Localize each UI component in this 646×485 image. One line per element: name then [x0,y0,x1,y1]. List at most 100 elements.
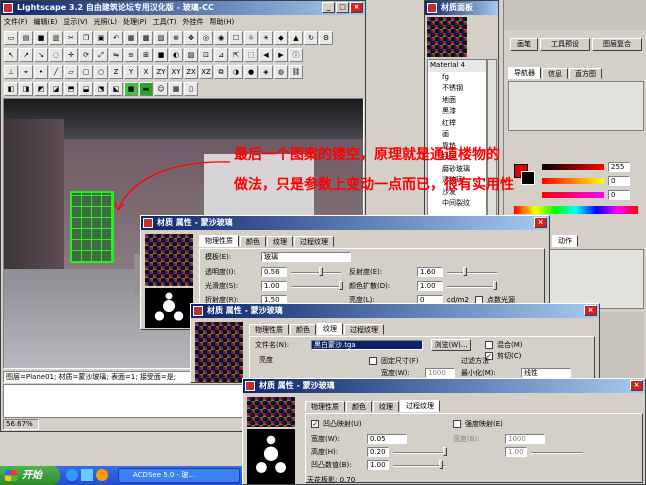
select-add-icon[interactable]: ↗ [19,48,33,62]
prev-icon[interactable]: ◀ [259,48,273,62]
wire-icon[interactable]: ⊞ [139,48,153,62]
dialog3-close-button[interactable]: × [630,380,643,391]
tab-physical[interactable]: 物理性质 [305,401,345,412]
y-axis-button[interactable]: Y [124,65,138,79]
dialog3-titlebar[interactable]: 材质 属性 - 蒙沙玻璃 × [243,379,645,393]
scale-icon[interactable]: ⤢ [94,48,108,62]
link-icon[interactable]: ⛓ [289,65,303,79]
ortho-icon[interactable]: ⊡ [199,48,213,62]
tool-preset-button[interactable]: 工具预设 [540,38,590,51]
cube-back-icon[interactable]: ◨ [19,82,33,96]
axis-icon[interactable]: ⊥ [4,65,18,79]
xy-axis-button[interactable]: XY [169,65,183,79]
menu-plugins[interactable]: 外挂件 [179,16,206,28]
dialog1-titlebar[interactable]: 材质 属性 - 蒙沙玻璃 × [141,216,549,230]
solid-icon[interactable]: ■ [154,48,168,62]
group-icon[interactable]: ⧉ [214,65,228,79]
door-icon[interactable]: ▯ [184,82,198,96]
rotate-icon[interactable]: ⟳ [79,48,93,62]
info-icon[interactable]: ⓘ [289,48,303,62]
zoom-icon[interactable]: ⊕ [169,31,183,45]
material-item[interactable]: 中间裂纹 [428,198,486,210]
select-icon[interactable]: ↖ [4,48,18,62]
material-item[interactable]: 磨砂玻璃 [428,164,486,176]
brush-button[interactable]: 画笔 [510,38,538,51]
red-value[interactable]: 255 [608,162,630,172]
isolate-icon[interactable]: ◈ [259,65,273,79]
blend-checkbox[interactable] [485,341,493,349]
bump-value-input[interactable]: 1.00 [367,460,389,470]
xz-axis-button[interactable]: XZ [199,65,213,79]
menu-file[interactable]: 文件(F) [1,16,31,28]
tab-texture[interactable]: 纹理 [317,323,343,335]
select-remove-icon[interactable]: ↘ [34,48,48,62]
taskbar-task-acdsee[interactable]: ACDSee 5.0 - 玻... [118,468,240,483]
maximize-button[interactable]: □ [336,2,349,13]
hide-icon[interactable]: ◑ [229,65,243,79]
transparency-input[interactable]: 0.56 [261,267,287,277]
pan-icon[interactable]: ✥ [184,31,198,45]
cube-iso-icon[interactable]: ⬔ [94,82,108,96]
menu-edit[interactable]: 编辑(E) [31,16,61,28]
height2-slider[interactable] [531,452,583,454]
smoothness-input[interactable]: 1.00 [261,281,287,291]
bump-checkbox[interactable]: ✓ [311,420,319,428]
material-item[interactable]: 黑漆 [428,106,486,118]
reflection-slider[interactable] [447,272,497,274]
bump-value-slider-thumb[interactable] [439,460,443,469]
tab-actions[interactable]: 动作 [552,235,578,247]
browse-button[interactable]: 浏览(W)... [431,339,471,351]
minimize-select[interactable]: 线性 [521,368,571,378]
template-select[interactable]: 玻璃 [261,252,351,262]
blue-slider-track[interactable] [542,192,604,198]
green-slider-track[interactable] [542,178,604,184]
tab-color[interactable]: 颜色 [240,236,266,247]
copy-icon[interactable]: ❐ [79,31,93,45]
window-icon[interactable]: ⬚ [244,48,258,62]
tab-procedural[interactable]: 过程纹理 [344,324,384,335]
z-axis-button[interactable]: Z [109,65,123,79]
x-axis-button[interactable]: X [139,65,153,79]
grid-icon[interactable]: ▩ [139,31,153,45]
material-panel-titlebar[interactable]: 材质面板 [425,1,498,15]
width-input[interactable]: 0.05 [367,434,407,444]
tab-physical[interactable]: 物理性质 [199,235,239,247]
block-icon[interactable]: ▲ [289,31,303,45]
width-input[interactable]: 1000 [425,368,455,378]
close-button[interactable]: × [350,2,363,13]
sun-icon[interactable]: ☀ [259,31,273,45]
menu-process[interactable]: 处理(P) [120,16,150,28]
cube-front-icon[interactable]: ◧ [4,82,18,96]
ring-icon[interactable]: ○ [94,65,108,79]
tab-color[interactable]: 颜色 [346,401,372,412]
render-icon[interactable]: ▦ [124,31,138,45]
menu-view[interactable]: 显示(V) [60,16,90,28]
bump-value-slider[interactable] [393,465,445,467]
green-box-icon[interactable]: ■ [124,82,138,96]
vertex-icon[interactable]: • [34,65,48,79]
main-window-titlebar[interactable]: Lightscape 3.2 自由建筑论坛专用汉化版 - 玻璃-CC _ □ × [1,1,365,15]
camera-icon[interactable]: ◉ [214,31,228,45]
walk-person-icon[interactable]: ☺ [154,82,168,96]
media-icon[interactable] [96,469,108,481]
tab-color[interactable]: 颜色 [290,324,316,335]
zy-axis-button[interactable]: ZY [154,65,168,79]
persp-icon[interactable]: ⊿ [214,48,228,62]
material-list-scrollbar[interactable] [487,59,497,219]
tab-texture[interactable]: 纹理 [267,236,293,247]
fit-icon[interactable]: ⇱ [229,48,243,62]
material-item[interactable]: 画 [428,129,486,141]
light-icon[interactable]: ☼ [244,31,258,45]
fixed-size-checkbox[interactable] [369,357,377,365]
reflection-slider-thumb[interactable] [463,267,467,276]
edge-icon[interactable]: ╱ [49,65,63,79]
grid-floor-icon[interactable]: ▦ [169,82,183,96]
filename-input[interactable]: 黑白蒙沙.tga [311,340,423,350]
width2-input[interactable]: 1000 [505,434,545,444]
dialog2-close-button[interactable]: × [584,305,597,316]
material-item[interactable]: 不锈钢 [428,83,486,95]
print-icon[interactable]: ▥ [49,31,63,45]
cube-bottom-icon[interactable]: ⬓ [79,82,93,96]
menu-help[interactable]: 帮助(H) [206,16,237,28]
material-item[interactable]: 红榉 [428,118,486,130]
